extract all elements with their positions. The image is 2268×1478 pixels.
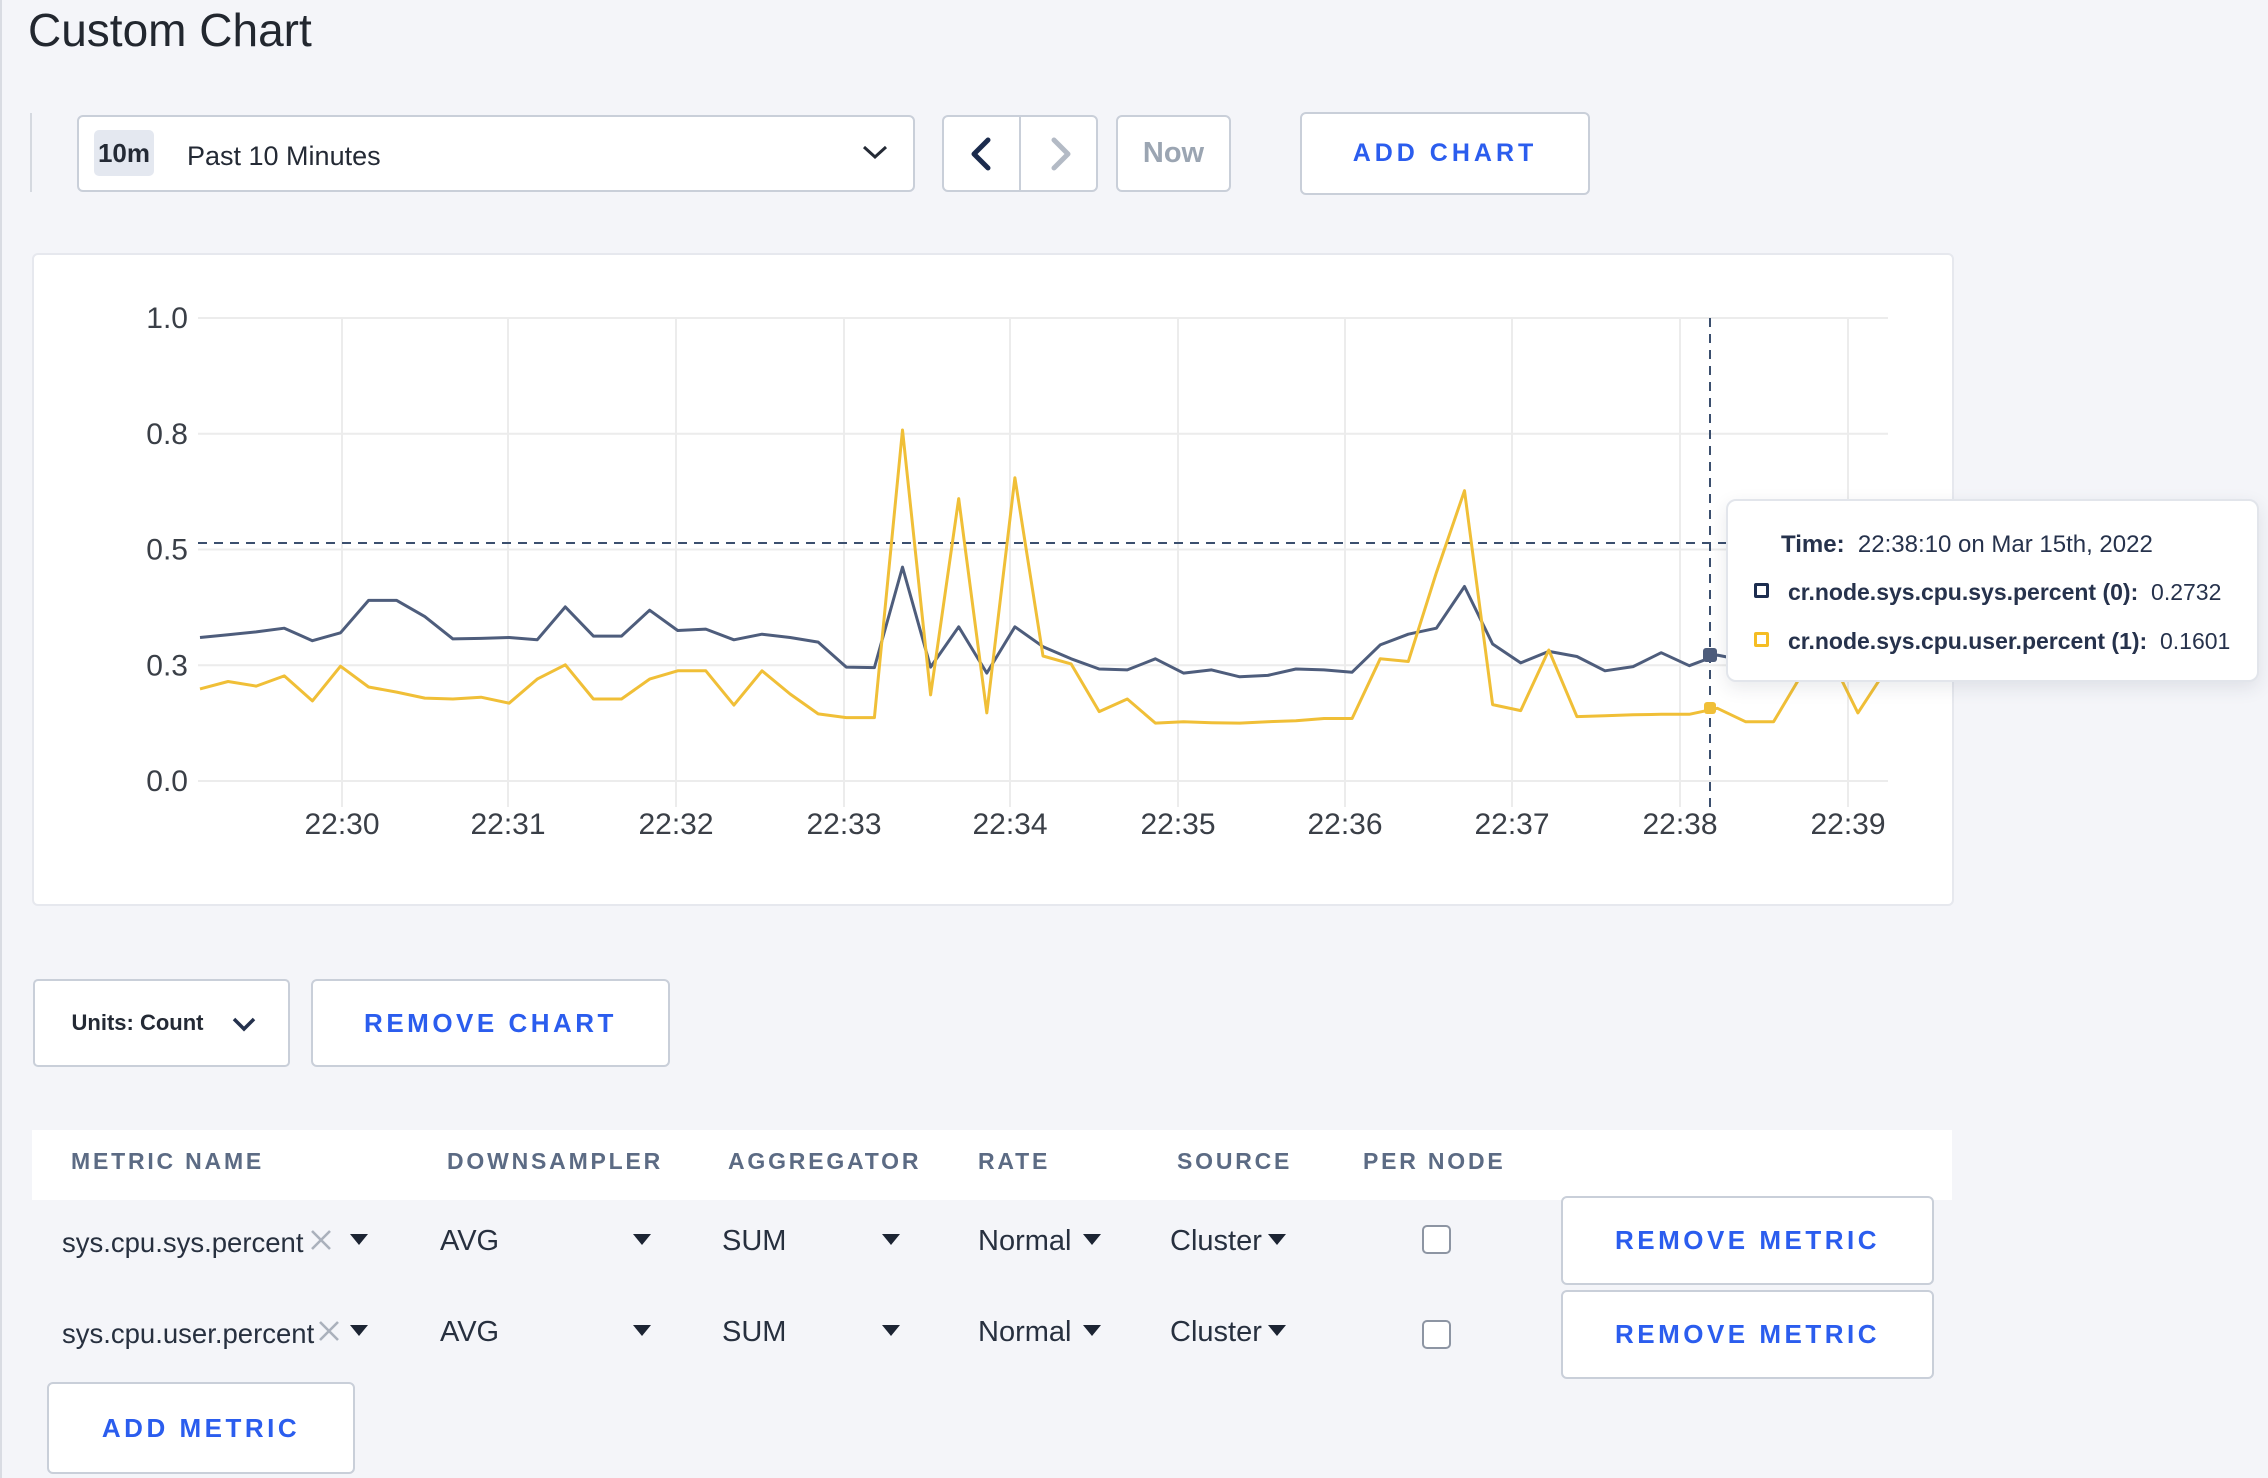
svg-text:22:38: 22:38 [1642, 808, 1717, 841]
svg-text:1.0: 1.0 [146, 302, 188, 335]
svg-text:22:34: 22:34 [972, 808, 1047, 841]
svg-text:22:36: 22:36 [1307, 808, 1382, 841]
svg-text:22:35: 22:35 [1140, 808, 1215, 841]
svg-text:0.3: 0.3 [146, 649, 188, 682]
svg-text:0.5: 0.5 [146, 534, 188, 567]
svg-text:22:37: 22:37 [1474, 808, 1549, 841]
svg-text:0.0: 0.0 [146, 765, 188, 798]
svg-text:22:39: 22:39 [1810, 808, 1885, 841]
svg-text:0.8: 0.8 [146, 418, 188, 451]
svg-text:22:31: 22:31 [470, 808, 545, 841]
svg-text:22:33: 22:33 [806, 808, 881, 841]
svg-text:22:30: 22:30 [304, 808, 379, 841]
svg-text:22:32: 22:32 [638, 808, 713, 841]
